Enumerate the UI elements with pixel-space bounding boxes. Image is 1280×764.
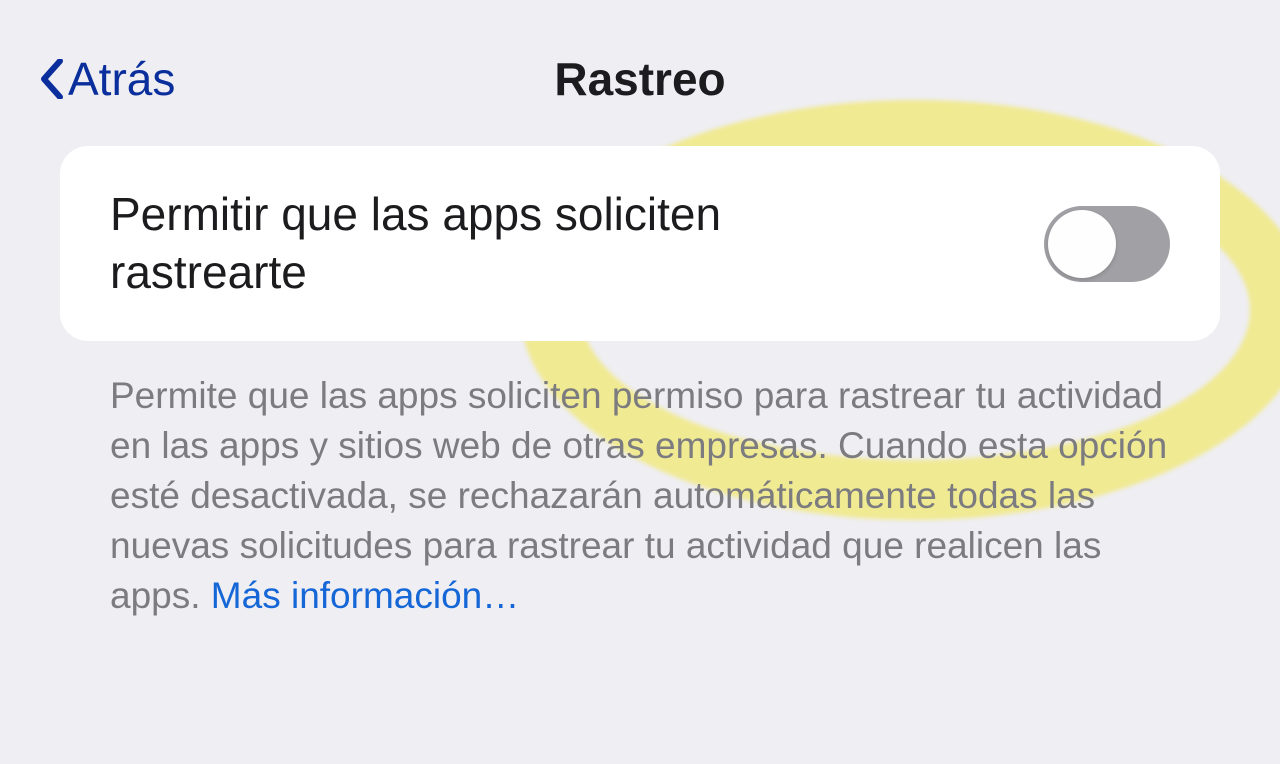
page-title: Rastreo [554,52,725,106]
tracking-description: Permite que las apps soliciten permiso p… [60,341,1220,621]
back-button[interactable]: Atrás [40,52,175,106]
header: Atrás Rastreo [0,0,1280,146]
back-label: Atrás [68,52,175,106]
chevron-left-icon [40,59,64,99]
tracking-toggle[interactable] [1044,206,1170,282]
toggle-knob [1048,210,1116,278]
tracking-setting-label: Permitir que las apps soliciten rastrear… [110,186,730,301]
content-area: Permitir que las apps soliciten rastrear… [0,146,1280,621]
tracking-setting-row: Permitir que las apps soliciten rastrear… [60,146,1220,341]
more-info-link[interactable]: Más información… [211,575,519,616]
